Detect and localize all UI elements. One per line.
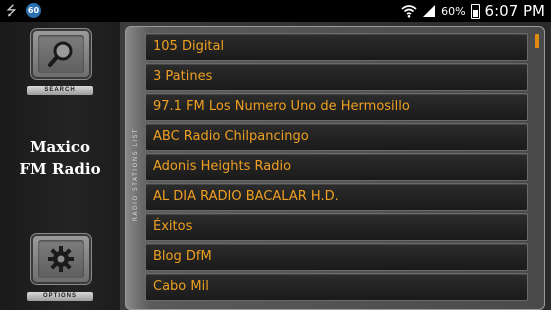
search-button[interactable] [33, 31, 89, 77]
notification-badge-icon: 60 [26, 3, 41, 18]
station-item[interactable]: 3 Patines [145, 63, 528, 91]
battery-percent: 60% [441, 4, 466, 18]
stations-list[interactable]: 105 Digital 3 Patines 97.1 FM Los Numero U… [145, 33, 528, 310]
options-label[interactable]: OPTIONS [27, 292, 93, 301]
station-name: AL DIA RADIO BACALAR H.D. [153, 189, 339, 204]
signal-icon [423, 5, 436, 17]
battery-icon [470, 3, 480, 19]
stations-list-label: RADIO STATIONS LIST [129, 118, 143, 230]
search-button-face [38, 35, 84, 73]
station-name: Adonis Heights Radio [153, 159, 292, 174]
station-item[interactable]: ABC Radio Chilpancingo [145, 123, 528, 151]
station-name: 105 Digital [153, 39, 225, 54]
station-item[interactable]: 97.1 FM Los Numero Uno de Hermosillo [145, 93, 528, 121]
status-right: 60% 6:07 PM [401, 2, 545, 20]
station-item[interactable]: Éxitos [145, 213, 528, 241]
options-button[interactable] [33, 236, 89, 282]
usb-icon: ⭍ [6, 2, 17, 18]
station-name: Blog DfM [153, 249, 212, 264]
gear-icon [48, 246, 74, 272]
station-item[interactable]: Cabo Mil [145, 273, 528, 301]
status-left: ⭍ 60 [6, 3, 41, 18]
sidebar: SEARCH Maxico FM Radio OPTIONS [0, 22, 120, 310]
battery-fill [472, 9, 478, 17]
station-name: 97.1 FM Los Numero Uno de Hermosillo [153, 99, 410, 114]
app-title-line1: Maxico [29, 138, 91, 156]
status-bar: ⭍ 60 60% 6:07 PM [0, 0, 551, 22]
station-name: ABC Radio Chilpancingo [153, 129, 309, 144]
station-name: 3 Patines [153, 69, 213, 84]
station-name: Éxitos [153, 219, 193, 234]
station-item[interactable]: AL DIA RADIO BACALAR H.D. [145, 183, 528, 211]
station-item[interactable]: 105 Digital [145, 33, 528, 61]
station-item[interactable]: Blog DfM [145, 243, 528, 271]
app-title-line2: FM Radio [19, 160, 101, 178]
stations-panel: RADIO STATIONS LIST 105 Digital 3 Patines… [120, 22, 551, 310]
station-item[interactable]: Adonis Heights Radio [145, 153, 528, 181]
station-name: Cabo Mil [153, 279, 209, 294]
clock: 6:07 PM [484, 2, 545, 20]
app-title: Maxico FM Radio [6, 136, 114, 180]
stations-list-label-text: RADIO STATIONS LIST [132, 127, 140, 221]
search-label[interactable]: SEARCH [27, 86, 93, 95]
scrollbar[interactable] [535, 34, 539, 48]
wifi-icon [401, 5, 417, 18]
options-button-face [38, 240, 84, 278]
search-icon [48, 41, 73, 67]
